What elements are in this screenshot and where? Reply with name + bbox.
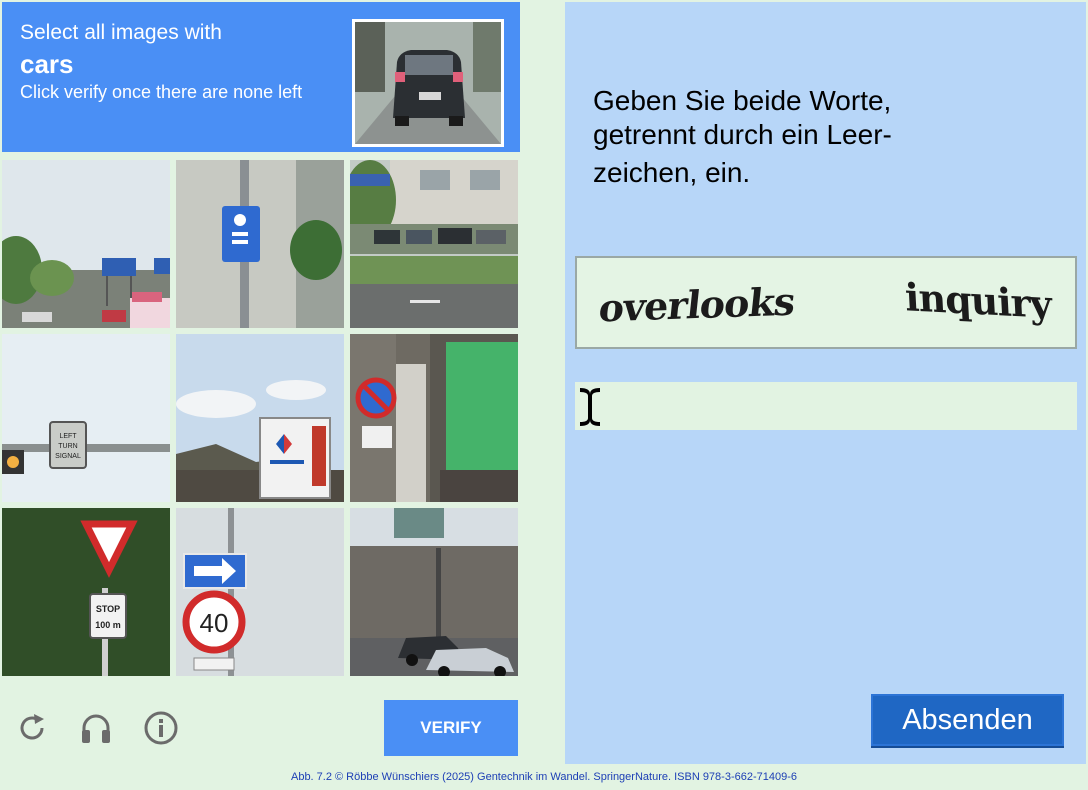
- captcha-hint: Click verify once there are none left: [20, 82, 303, 102]
- image-tile[interactable]: [176, 160, 344, 328]
- verify-button[interactable]: VERIFY: [384, 700, 518, 756]
- yield-stop-sign-image: STOP 100 m: [2, 508, 170, 676]
- image-tile[interactable]: [350, 160, 518, 328]
- captcha-word-1: overlooks: [596, 278, 797, 331]
- sign-text-distance: 100 m: [95, 620, 121, 630]
- no-stopping-sign-image: [350, 334, 518, 502]
- sign-text-signal: SIGNAL: [55, 453, 81, 460]
- text-captcha: Geben Sie beide Worte, getrennt durch ei…: [565, 2, 1086, 764]
- image-tile[interactable]: 40: [176, 508, 344, 676]
- reload-icon[interactable]: [14, 710, 50, 746]
- headphones-icon[interactable]: [78, 710, 114, 746]
- parked-cars-street-image: [350, 160, 518, 328]
- captcha-header: Select all images with cars Click verify…: [2, 2, 520, 152]
- captcha-instruction: Geben Sie beide Worte, getrennt durch ei…: [593, 84, 943, 190]
- captcha-target-word: cars: [20, 49, 74, 79]
- captcha-footer: VERIFY: [0, 692, 522, 766]
- speed-limit-value: 40: [200, 608, 229, 638]
- figure-credit: Abb. 7.2 © Röbbe Wünschiers (2025) Gente…: [290, 771, 798, 783]
- captcha-word-2: inquiry: [903, 274, 1052, 327]
- sample-car-image: [352, 19, 504, 147]
- left-turn-signal-sign-image: LEFT TURN SIGNAL: [2, 334, 170, 502]
- highway-road-signs-image: [2, 160, 170, 328]
- image-tile[interactable]: [2, 160, 170, 328]
- instruction-line: getrennt durch ein Leer-: [593, 119, 892, 150]
- image-tile[interactable]: [176, 334, 344, 502]
- disabled-parking-sign-image: [176, 160, 344, 328]
- instruction-line: Geben Sie beide Worte,: [593, 85, 892, 116]
- speed-limit-40-sign-image: 40: [176, 508, 344, 676]
- captcha-word-image: overlooks inquiry: [575, 256, 1077, 349]
- sign-text-left: LEFT: [59, 433, 77, 440]
- image-tile[interactable]: [350, 334, 518, 502]
- image-captcha: Select all images with cars Click verify…: [0, 0, 522, 766]
- captcha-instruction-line: Select all images with: [20, 21, 222, 44]
- sign-text-stop: STOP: [96, 604, 120, 614]
- info-icon[interactable]: [143, 710, 179, 746]
- carrefour-sign-image: [176, 334, 344, 502]
- cars-on-road-image: [350, 508, 518, 676]
- image-tile[interactable]: [350, 508, 518, 676]
- captcha-answer-input[interactable]: [575, 382, 1077, 430]
- sign-text-turn: TURN: [58, 443, 77, 450]
- image-tile[interactable]: LEFT TURN SIGNAL: [2, 334, 170, 502]
- image-tile[interactable]: STOP 100 m: [2, 508, 170, 676]
- instruction-line: zeichen, ein.: [593, 157, 751, 188]
- image-grid: LEFT TURN SIGNAL STOP 100 m 40: [2, 160, 520, 678]
- submit-button[interactable]: Absenden: [871, 694, 1064, 746]
